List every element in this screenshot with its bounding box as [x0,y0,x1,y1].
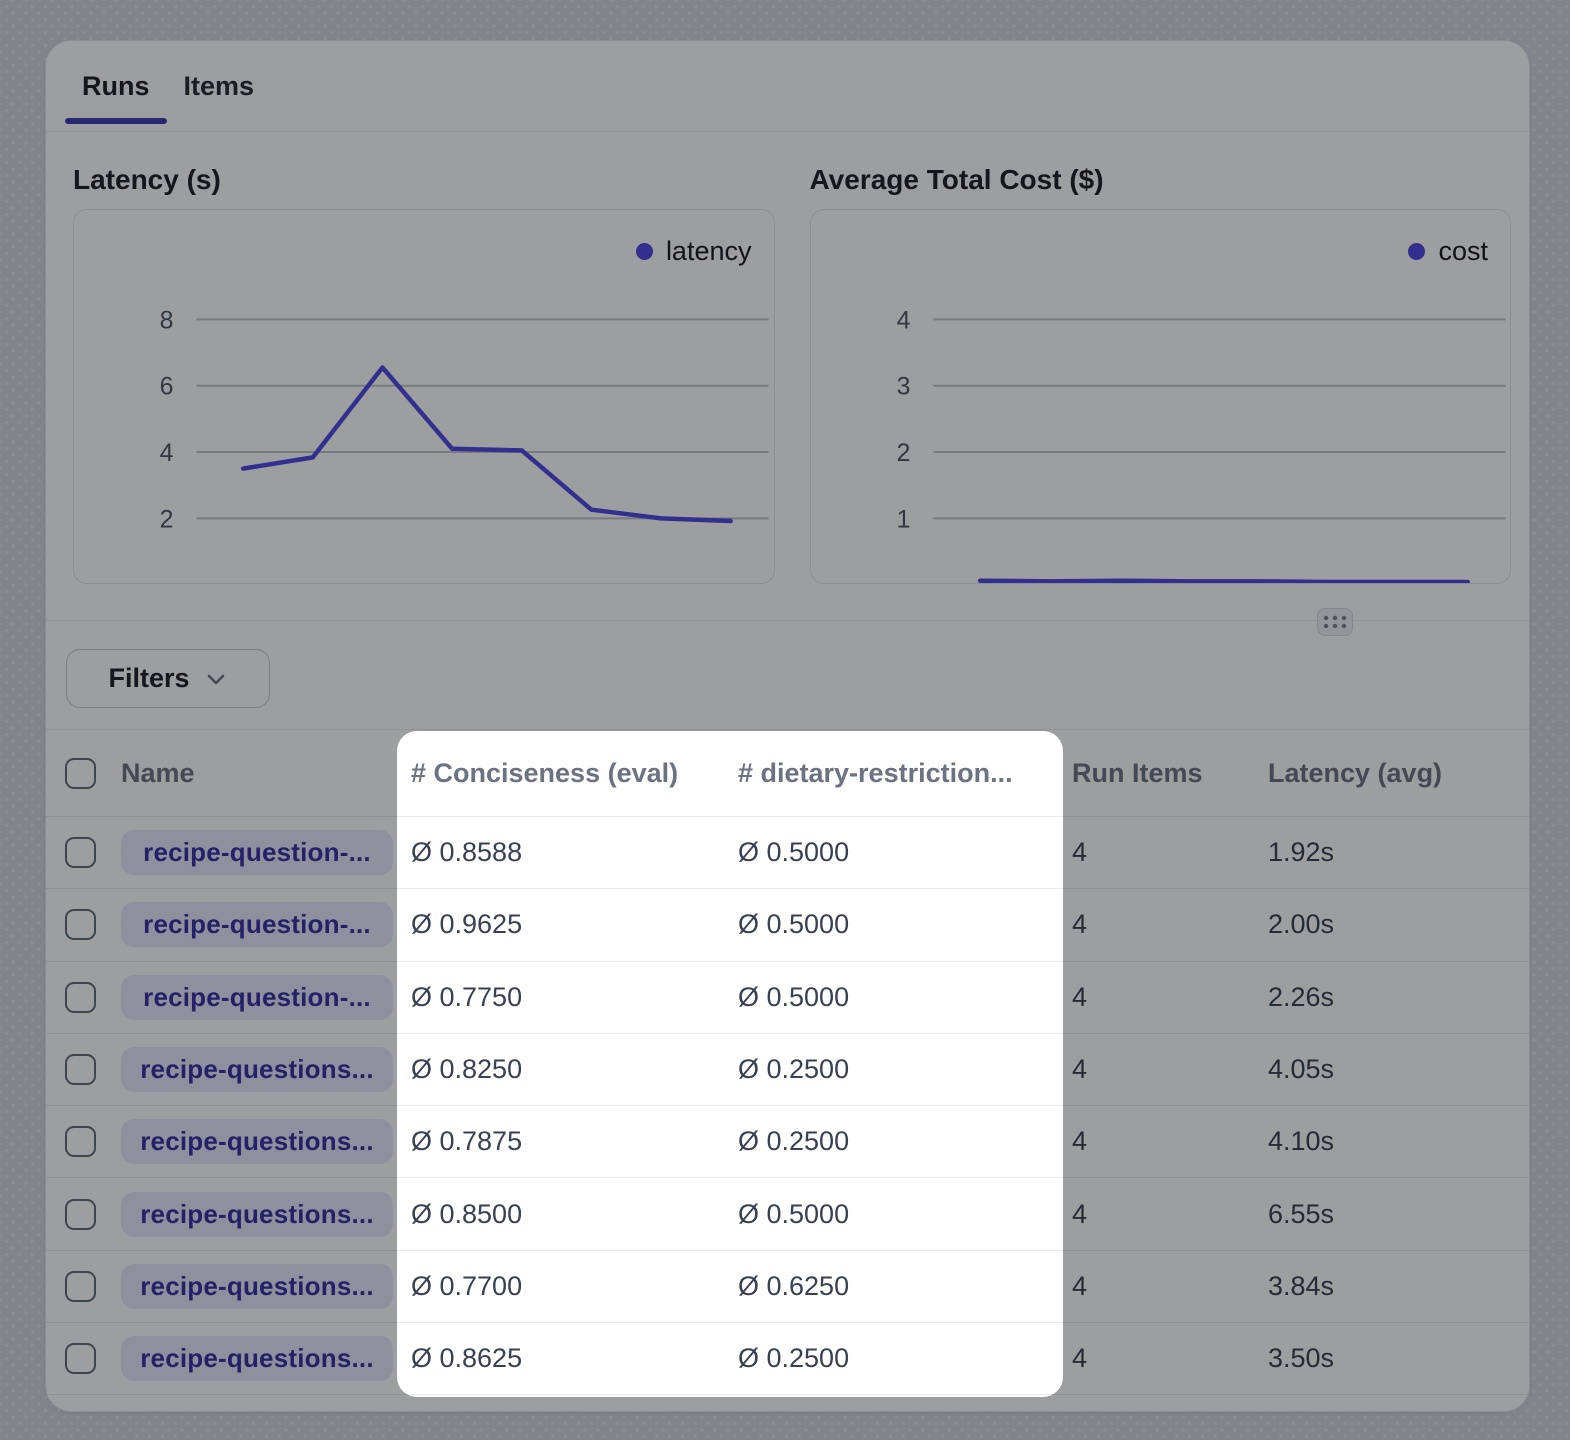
dietary-value: Ø 0.5000 [738,1199,1072,1230]
table-row[interactable]: recipe-questions... Ø 0.8250 Ø 0.2500 4 … [46,1034,1529,1106]
svg-text:8: 8 [160,306,174,334]
cost-chart: 4 3 2 1 cost [810,209,1512,584]
select-all-checkbox[interactable] [65,758,96,789]
charts-section: Latency (s) 8 6 4 2 latency Average Total C… [46,132,1529,621]
column-header-name: Name [121,758,411,789]
grip-dots-icon [1322,613,1348,631]
run-name-badge[interactable]: recipe-questions... [121,1264,393,1309]
column-header-dietary-restriction: # dietary-restriction... [738,758,1072,789]
latency-value: 2.00s [1268,909,1529,940]
run-name-badge[interactable]: recipe-questions... [121,1119,393,1164]
tab-items-label: Items [184,71,255,102]
run-name-badge[interactable]: recipe-question-... [121,830,393,875]
svg-text:2: 2 [160,505,174,533]
column-header-conciseness: # Conciseness (eval) [411,758,738,789]
latency-value: 3.84s [1268,1271,1529,1302]
run-items-value: 4 [1072,982,1268,1013]
svg-text:2: 2 [896,439,910,467]
conciseness-value: Ø 0.8250 [411,1054,738,1085]
latency-value: 4.05s [1268,1054,1529,1085]
table-row[interactable]: recipe-question-... Ø 0.7750 Ø 0.5000 4 … [46,962,1529,1034]
svg-text:4: 4 [896,306,910,334]
table-row[interactable]: recipe-questions... Ø 0.7875 Ø 0.2500 4 … [46,1106,1529,1178]
run-name-badge[interactable]: recipe-questions... [121,1336,393,1381]
conciseness-value: Ø 0.7750 [411,982,738,1013]
row-checkbox[interactable] [65,1054,96,1085]
column-header-latency-avg: Latency (avg) [1268,758,1529,789]
dietary-value: Ø 0.6250 [738,1271,1072,1302]
svg-text:3: 3 [896,373,910,401]
cost-line-chart: 4 3 2 1 [811,210,1511,583]
svg-text:6: 6 [160,373,174,401]
table-row[interactable]: recipe-question-... Ø 0.8588 Ø 0.5000 4 … [46,817,1529,889]
run-items-value: 4 [1072,1271,1268,1302]
latency-value: 6.55s [1268,1199,1529,1230]
run-items-value: 4 [1072,1199,1268,1230]
latency-chart: 8 6 4 2 latency [73,209,775,584]
dietary-value: Ø 0.5000 [738,909,1072,940]
row-checkbox[interactable] [65,837,96,868]
row-checkbox[interactable] [65,1199,96,1230]
run-name-badge[interactable]: recipe-questions... [121,1047,393,1092]
conciseness-value: Ø 0.7700 [411,1271,738,1302]
latency-legend-label: latency [666,236,752,267]
svg-text:4: 4 [160,439,174,467]
row-checkbox[interactable] [65,1271,96,1302]
run-name-badge[interactable]: recipe-question-... [121,975,393,1020]
latency-value: 2.26s [1268,982,1529,1013]
conciseness-value: Ø 0.8500 [411,1199,738,1230]
conciseness-value: Ø 0.9625 [411,909,738,940]
resize-grip-handle[interactable] [1317,608,1353,636]
conciseness-value: Ø 0.8625 [411,1343,738,1374]
latency-chart-block: Latency (s) 8 6 4 2 latency [73,162,775,620]
dietary-value: Ø 0.2500 [738,1126,1072,1157]
conciseness-value: Ø 0.7875 [411,1126,738,1157]
column-header-run-items: Run Items [1072,758,1268,789]
latency-chart-title: Latency (s) [73,164,775,196]
dietary-value: Ø 0.2500 [738,1054,1072,1085]
cost-legend-dot-icon [1408,243,1425,260]
run-name-badge[interactable]: recipe-questions... [121,1192,393,1237]
filters-row: Filters [46,621,1529,729]
cost-chart-block: Average Total Cost ($) 4 3 2 1 cost [810,162,1512,620]
latency-value: 3.50s [1268,1343,1529,1374]
run-items-value: 4 [1072,1054,1268,1085]
dietary-value: Ø 0.5000 [738,837,1072,868]
row-checkbox[interactable] [65,1126,96,1157]
latency-legend-dot-icon [636,243,653,260]
table-row[interactable]: recipe-questions... Ø 0.8500 Ø 0.5000 4 … [46,1178,1529,1250]
row-checkbox[interactable] [65,982,96,1013]
runs-panel: Runs Items Latency (s) 8 6 4 2 latency Aver… [45,40,1530,1412]
tab-items[interactable]: Items [167,41,272,131]
cost-legend: cost [1408,236,1488,267]
row-checkbox[interactable] [65,909,96,940]
filters-button[interactable]: Filters [66,649,270,708]
tab-runs-label: Runs [82,71,150,102]
table-row[interactable]: recipe-questions... Ø 0.7700 Ø 0.6250 4 … [46,1251,1529,1323]
latency-legend: latency [636,236,752,267]
conciseness-value: Ø 0.8588 [411,837,738,868]
cost-chart-title: Average Total Cost ($) [810,164,1512,196]
cost-legend-label: cost [1438,236,1488,267]
run-items-value: 4 [1072,837,1268,868]
run-items-value: 4 [1072,909,1268,940]
tab-runs[interactable]: Runs [65,41,167,131]
table-row[interactable]: recipe-questions... Ø 0.8625 Ø 0.2500 4 … [46,1323,1529,1395]
dietary-value: Ø 0.2500 [738,1343,1072,1374]
tab-bar: Runs Items [46,41,1529,132]
table-header: Name # Conciseness (eval) # dietary-rest… [46,729,1529,817]
dietary-value: Ø 0.5000 [738,982,1072,1013]
filters-button-label: Filters [108,663,189,694]
svg-text:1: 1 [896,505,910,533]
table-row[interactable]: recipe-question-... Ø 0.9625 Ø 0.5000 4 … [46,889,1529,961]
chevron-down-icon [204,667,228,691]
run-name-badge[interactable]: recipe-question-... [121,902,393,947]
latency-value: 1.92s [1268,837,1529,868]
row-checkbox[interactable] [65,1343,96,1374]
run-items-value: 4 [1072,1343,1268,1374]
latency-value: 4.10s [1268,1126,1529,1157]
run-items-value: 4 [1072,1126,1268,1157]
